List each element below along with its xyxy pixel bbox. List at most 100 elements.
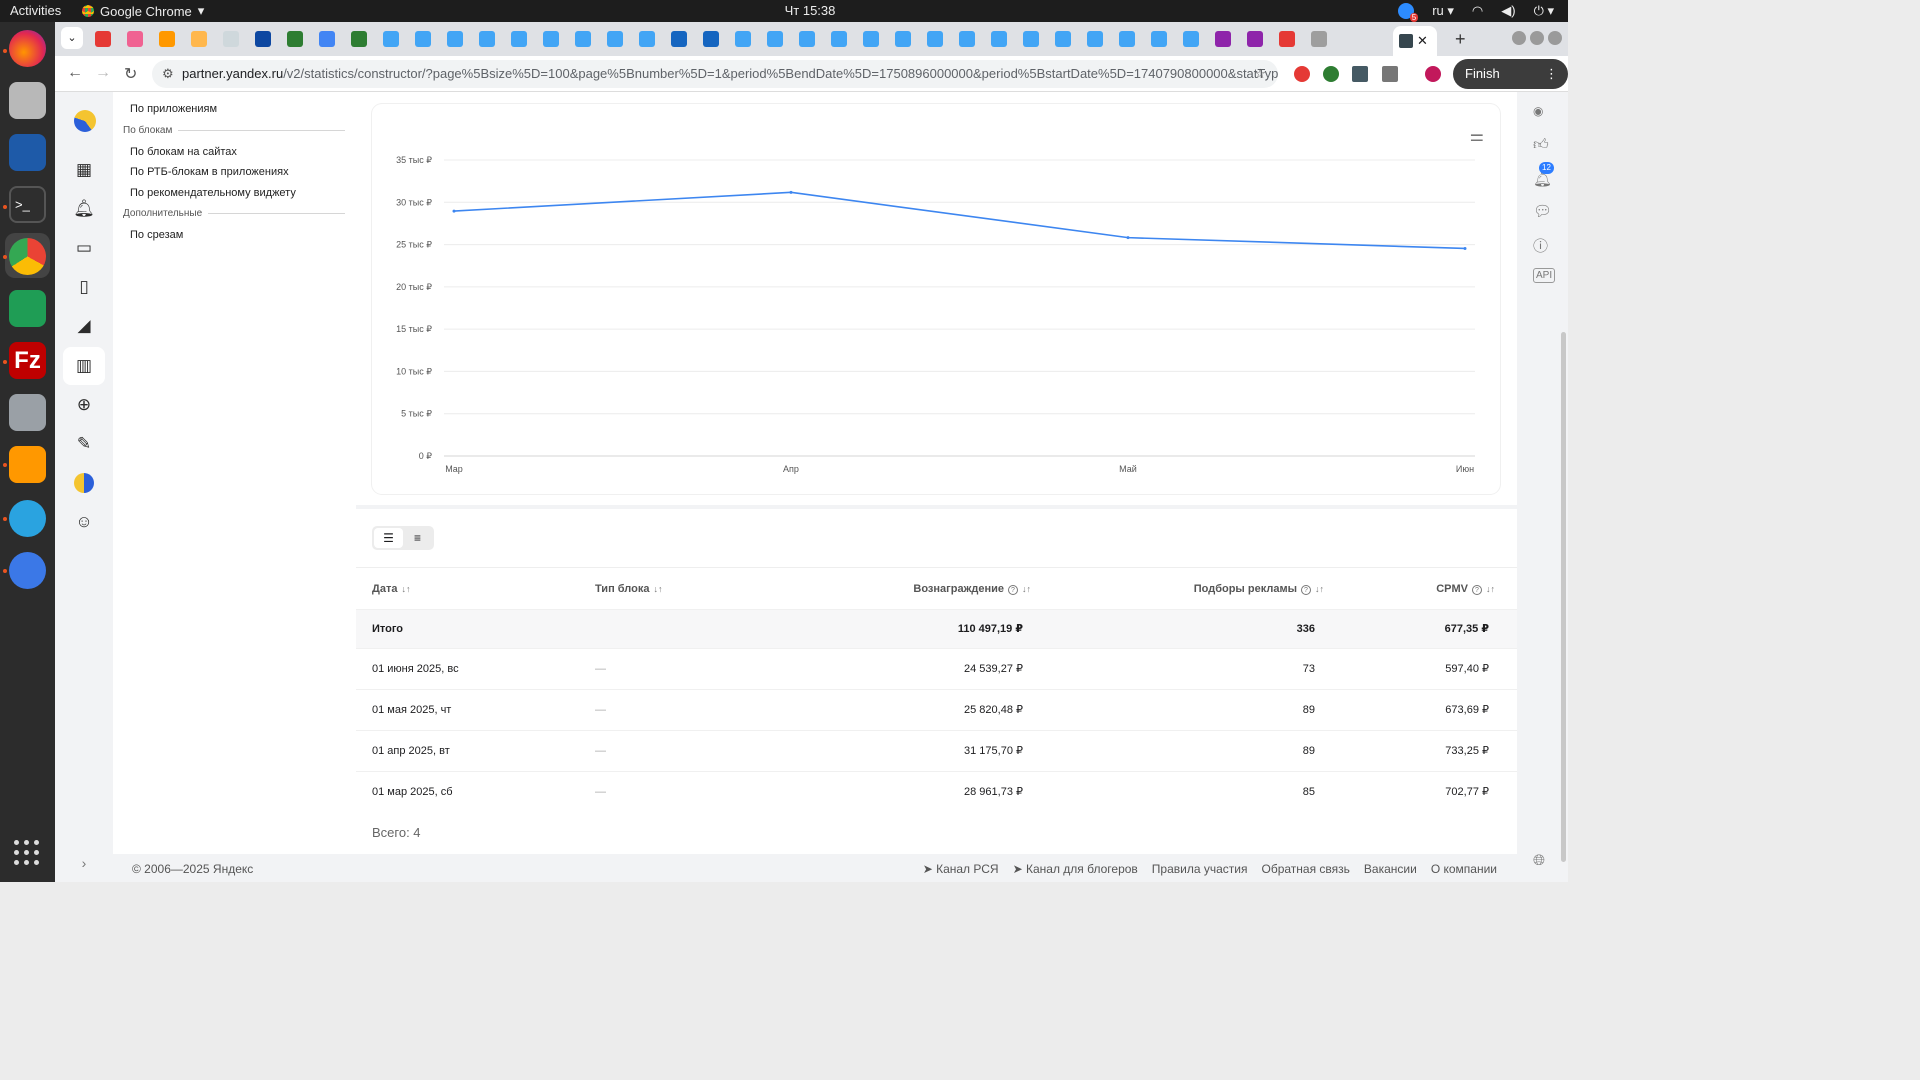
terminal-icon[interactable]: >_ (9, 186, 46, 223)
extension-icon[interactable] (1352, 66, 1368, 82)
alien-icon[interactable]: ◉ (1533, 104, 1543, 118)
expand-nav-icon[interactable]: › (63, 844, 105, 882)
tab-favicon[interactable] (127, 31, 143, 47)
footer-link-rules[interactable]: Правила участия (1152, 862, 1248, 876)
tab-favicon[interactable] (1311, 31, 1327, 47)
calc-icon[interactable] (9, 290, 46, 327)
tab-favicon[interactable] (703, 31, 719, 47)
sort-icon[interactable]: ↓↑ (401, 584, 410, 594)
sublime-icon[interactable] (9, 446, 46, 483)
tab-favicon[interactable] (1023, 31, 1039, 47)
tab-favicon[interactable] (191, 31, 207, 47)
wrench-icon[interactable]: ✎ (63, 425, 105, 463)
yandex-app-icon[interactable] (63, 464, 105, 502)
back-icon[interactable]: ← (67, 64, 83, 82)
finish-update-button[interactable]: Finish update ⋮ (1453, 59, 1568, 111)
files-icon[interactable] (9, 82, 46, 119)
tab-favicon[interactable] (95, 31, 111, 47)
bell-icon[interactable]: 🔔︎ 12 (1533, 162, 1554, 188)
volume-icon[interactable]: ◀) (1501, 3, 1515, 19)
site-info-icon[interactable]: ⚙ (162, 60, 174, 88)
globe-icon[interactable]: 🌐︎ (1533, 852, 1545, 869)
scrollbar[interactable] (1561, 332, 1566, 862)
tab-favicon[interactable] (831, 31, 847, 47)
filezilla-icon[interactable]: Fz (9, 342, 46, 379)
app-menu[interactable]: Google Chrome ▾ (82, 3, 204, 19)
close-tab-icon[interactable]: ✕ (1417, 33, 1428, 49)
header-selections[interactable]: Подборы рекламы? ↓↑ (1194, 568, 1324, 610)
yandex-logo-icon[interactable] (74, 110, 96, 132)
tab-favicon[interactable] (1215, 31, 1231, 47)
smile-icon[interactable]: ☺ (63, 503, 105, 541)
chat-icon[interactable]: 💬︎ (1533, 202, 1552, 220)
tab-favicon[interactable] (255, 31, 271, 47)
tab-favicon[interactable] (511, 31, 527, 47)
reload-icon[interactable]: ↻ (124, 64, 137, 84)
tab-favicon[interactable] (1151, 31, 1167, 47)
tab-favicon[interactable] (895, 31, 911, 47)
submenu-item-blocks-sites[interactable]: По блокам на сайтах (130, 146, 237, 158)
header-cpmv[interactable]: CPMV? ↓↑ (1436, 568, 1495, 610)
bell-icon[interactable]: 🔔︎ (63, 190, 105, 228)
tab-favicon[interactable] (383, 31, 399, 47)
show-apps-icon[interactable] (14, 840, 40, 866)
language-indicator[interactable]: ru ▾ (1432, 3, 1454, 19)
maximize-icon[interactable] (1530, 31, 1544, 45)
writer-icon[interactable] (9, 134, 46, 171)
tab-favicon[interactable] (319, 31, 335, 47)
header-block-type[interactable]: Тип блока ↓↑ (595, 568, 662, 610)
tab-favicon[interactable] (959, 31, 975, 47)
tab-favicon[interactable] (159, 31, 175, 47)
header-date[interactable]: Дата ↓↑ (372, 568, 410, 610)
tab-favicon[interactable] (1183, 31, 1199, 47)
list-view-icon[interactable]: ☰ (374, 528, 403, 548)
tab-favicon[interactable] (1055, 31, 1071, 47)
minimize-icon[interactable] (1512, 31, 1526, 45)
help-icon[interactable]: ? (1301, 585, 1311, 595)
tab-favicon[interactable] (1247, 31, 1263, 47)
help-icon[interactable]: ⓘ (1533, 235, 1548, 256)
help-icon[interactable]: ? (1008, 585, 1018, 595)
wifi-icon[interactable]: ◠ (1472, 3, 1483, 19)
tab-favicon[interactable] (735, 31, 751, 47)
thumbs-up-icon[interactable]: 👍︎ (1533, 136, 1549, 154)
grammarly-extension-icon[interactable] (1323, 66, 1339, 82)
tab-favicon[interactable] (575, 31, 591, 47)
tab-active[interactable]: ✕ (1393, 26, 1437, 56)
footer-link-vacancies[interactable]: Вакансии (1364, 862, 1417, 876)
mobile-icon[interactable]: ▯ (63, 268, 105, 306)
activities-button[interactable]: Activities (10, 3, 61, 18)
tab-favicon[interactable] (767, 31, 783, 47)
tab-favicon[interactable] (223, 31, 239, 47)
tab-favicon[interactable] (1119, 31, 1135, 47)
statistics-icon[interactable]: ▥ (63, 347, 105, 385)
chromium-icon[interactable] (9, 552, 46, 589)
sort-icon[interactable]: ↓↑ (1022, 584, 1031, 594)
clock[interactable]: Чт 15:38 (760, 3, 860, 18)
printer-icon[interactable] (9, 394, 46, 431)
submenu-item-slices[interactable]: По срезам (130, 229, 183, 241)
bookmark-star-icon[interactable]: ☆ (1254, 60, 1266, 88)
footer-link-bloggers[interactable]: ➤ Канал для блогеров (1013, 862, 1138, 876)
submenu-item-widget[interactable]: По рекомендательному виджету (130, 187, 296, 199)
footer-link-feedback[interactable]: Обратная связь (1261, 862, 1349, 876)
profile-avatar[interactable] (1425, 66, 1441, 82)
system-tray[interactable]: 5 ru ▾ ◠ ◀) ⏻ ▾ (1398, 3, 1554, 22)
add-circle-icon[interactable]: ⊕ (63, 386, 105, 424)
tab-favicon[interactable] (287, 31, 303, 47)
tab-favicon[interactable] (1087, 31, 1103, 47)
tab-favicon[interactable] (799, 31, 815, 47)
dashboard-icon[interactable]: ▦ (63, 151, 105, 189)
tab-favicon[interactable] (991, 31, 1007, 47)
sort-icon[interactable]: ↓↑ (1315, 584, 1324, 594)
tab-favicon[interactable] (351, 31, 367, 47)
footer-link-about[interactable]: О компании (1431, 862, 1497, 876)
tab-favicon[interactable] (415, 31, 431, 47)
sort-icon[interactable]: ↓↑ (1486, 584, 1495, 594)
tab-favicon[interactable] (863, 31, 879, 47)
api-icon[interactable]: API (1533, 268, 1556, 283)
tab-favicon[interactable] (1279, 31, 1295, 47)
power-icon[interactable]: ⏻ ▾ (1534, 3, 1554, 19)
address-bar[interactable]: ⚙ partner.yandex.ru/v2/statistics/constr… (152, 60, 1278, 88)
header-revenue[interactable]: Вознаграждение? ↓↑ (913, 568, 1031, 610)
